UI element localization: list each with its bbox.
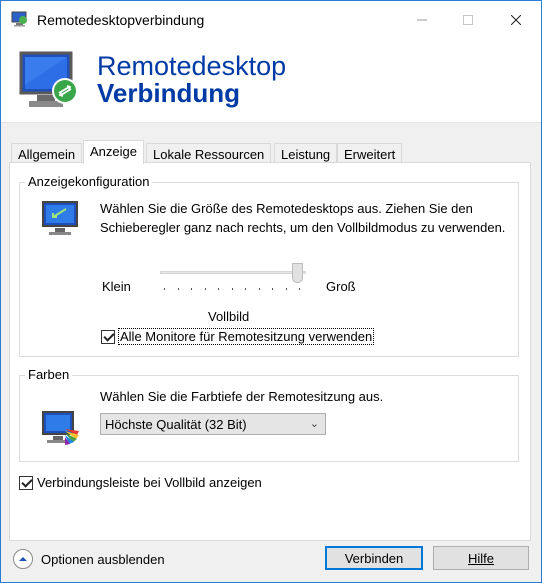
- maximize-icon: [463, 15, 473, 25]
- remote-desktop-logo-icon: [19, 51, 78, 107]
- tab-allgemein[interactable]: Allgemein: [11, 143, 83, 164]
- hide-options-label[interactable]: Optionen ausblenden: [41, 552, 165, 567]
- display-config-description: Wählen Sie die Größe des Remotedesktops …: [100, 201, 506, 235]
- minimize-button[interactable]: [399, 1, 445, 39]
- slider-tick: [177, 288, 179, 290]
- slider-tick: [245, 288, 246, 290]
- slider-tick: [231, 288, 233, 290]
- header-banner: Remotedesktop Verbindung: [1, 39, 541, 123]
- display-size-slider[interactable]: [158, 261, 312, 291]
- connect-button[interactable]: Verbinden: [325, 546, 423, 570]
- chevron-down-icon: ⌄: [309, 418, 319, 430]
- slider-min-label: Klein: [102, 279, 131, 294]
- connection-bar-label[interactable]: Verbindungsleiste bei Vollbild anzeigen: [37, 475, 262, 490]
- slider-tick: [218, 288, 219, 290]
- banner-title-line2: Verbindung: [97, 78, 240, 108]
- color-depth-selected-value: Höchste Qualität (32 Bit): [105, 417, 247, 432]
- minimize-icon: [417, 19, 427, 21]
- hide-options-toggle[interactable]: Optionen ausblenden: [13, 549, 165, 569]
- colors-description: Wählen Sie die Farbtiefe der Remotesitzu…: [100, 389, 384, 404]
- slider-tick: [285, 288, 287, 290]
- remote-desktop-icon: [11, 11, 27, 27]
- connection-bar-checkbox-row[interactable]: Verbindungsleiste bei Vollbild anzeigen: [19, 475, 262, 490]
- tab-panel-anzeige: Anzeigekonfiguration Wählen Sie die Größ…: [9, 162, 531, 541]
- window-title: Remotedesktopverbindung: [37, 12, 205, 28]
- slider-tick: [258, 288, 260, 290]
- color-depth-monitor-icon: [42, 411, 79, 445]
- close-icon: [511, 15, 521, 25]
- color-depth-select[interactable]: Höchste Qualität (32 Bit) ⌄: [100, 413, 326, 435]
- maximize-button[interactable]: [445, 1, 491, 39]
- tab-erweitert[interactable]: Erweitert: [337, 143, 403, 164]
- display-config-group: Anzeigekonfiguration Wählen Sie die Größ…: [19, 174, 519, 357]
- colors-group-title: Farben: [25, 367, 73, 382]
- slider-track: [160, 271, 306, 274]
- multi-monitor-label[interactable]: Alle Monitore für Remotesitzung verwende…: [117, 328, 375, 345]
- connection-bar-checkbox[interactable]: [19, 475, 33, 490]
- help-button-label: Hilfe: [467, 550, 494, 566]
- chevron-up-icon[interactable]: [13, 549, 33, 569]
- rdp-window: Remotedesktopverbindung Remotedesktop Ve…: [0, 0, 542, 583]
- title-bar[interactable]: Remotedesktopverbindung: [1, 1, 541, 39]
- slider-tick: [164, 288, 165, 290]
- slider-tick: [299, 288, 300, 290]
- slider-max-label: Groß: [326, 279, 356, 294]
- help-button[interactable]: Hilfe: [433, 546, 529, 570]
- slider-value-label: Vollbild: [208, 309, 250, 324]
- slider-tick: [191, 288, 192, 290]
- display-config-group-title: Anzeigekonfiguration: [25, 174, 153, 189]
- slider-tick: [204, 288, 206, 290]
- tab-anzeige[interactable]: Anzeige: [83, 140, 144, 164]
- display-monitor-icon: [42, 201, 78, 235]
- colors-group: Farben Wählen Sie die Farbtiefe der Remo…: [19, 367, 519, 462]
- close-button[interactable]: [493, 1, 539, 39]
- multi-monitor-checkbox-row[interactable]: Alle Monitore für Remotesitzung verwende…: [101, 328, 375, 345]
- tab-leistung[interactable]: Leistung: [274, 143, 338, 164]
- slider-thumb[interactable]: [292, 263, 303, 283]
- tab-lokale-ressourcen[interactable]: Lokale Ressourcen: [146, 143, 272, 164]
- slider-tick: [272, 288, 273, 290]
- multi-monitor-checkbox[interactable]: [101, 329, 115, 344]
- slider-ticks: [164, 288, 304, 290]
